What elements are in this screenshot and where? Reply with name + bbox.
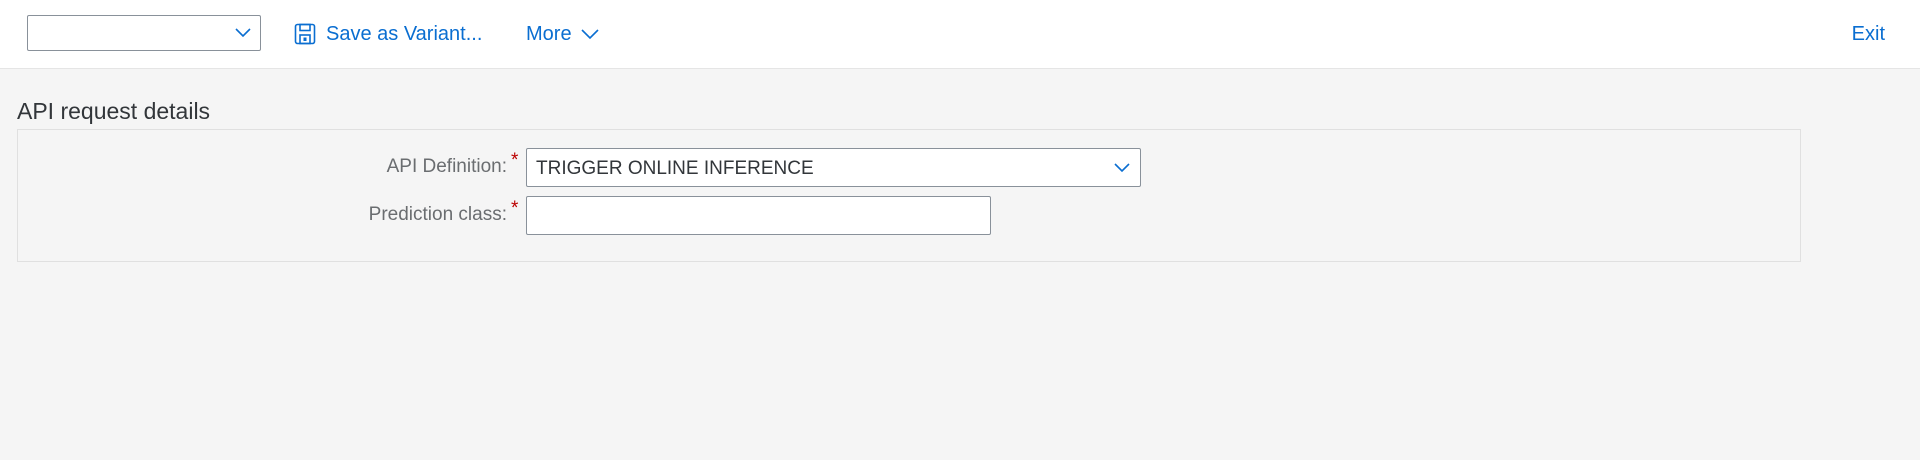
save-as-variant-label: Save as Variant... xyxy=(326,22,483,45)
prediction-class-required-mark: * xyxy=(511,198,519,219)
api-definition-label: API Definition: xyxy=(386,156,507,177)
chevron-down-icon xyxy=(1114,163,1130,173)
api-definition-value: TRIGGER ONLINE INFERENCE xyxy=(536,158,814,179)
exit-label: Exit xyxy=(1851,22,1885,45)
chevron-down-icon xyxy=(581,29,599,40)
exit-button[interactable]: Exit xyxy=(1852,18,1885,50)
save-as-variant-button[interactable]: Save as Variant... xyxy=(293,18,482,50)
api-definition-select[interactable]: TRIGGER ONLINE INFERENCE xyxy=(526,148,1141,187)
section-title: API request details xyxy=(17,98,211,124)
variant-select[interactable] xyxy=(27,15,261,51)
more-label: More xyxy=(526,22,572,45)
prediction-class-input[interactable] xyxy=(526,196,991,235)
api-definition-required-mark: * xyxy=(511,150,519,171)
save-icon xyxy=(294,23,316,45)
chevron-down-icon xyxy=(235,28,251,38)
toolbar: Save as Variant... More Exit xyxy=(0,0,1920,69)
prediction-class-label: Prediction class: xyxy=(368,204,507,225)
more-button[interactable]: More xyxy=(526,18,600,50)
